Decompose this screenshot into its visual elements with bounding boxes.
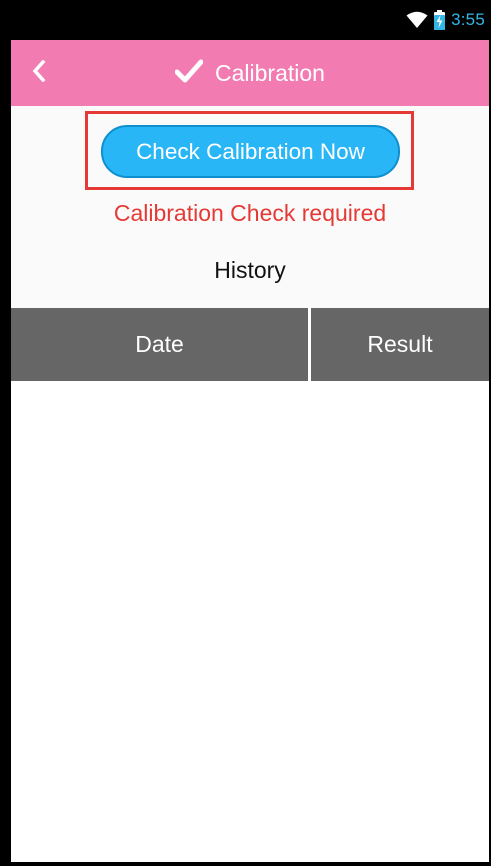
device-frame: 3:55 Calibration Check Calibration Now C… — [0, 0, 491, 866]
column-header-date[interactable]: Date — [11, 308, 311, 381]
checkmark-icon — [174, 59, 204, 88]
app-bar: Calibration — [11, 40, 489, 106]
status-bar: 3:55 — [0, 0, 491, 40]
history-heading: History — [214, 257, 286, 283]
history-table-header: Date Result — [11, 308, 489, 381]
wifi-icon — [406, 11, 428, 29]
calibration-warning: Calibration Check required — [113, 200, 387, 226]
app-screen: Calibration Check Calibration Now Calibr… — [11, 40, 489, 862]
check-calibration-button[interactable]: Check Calibration Now — [101, 125, 400, 178]
app-title: Calibration — [11, 40, 489, 106]
page-title: Calibration — [215, 59, 325, 86]
column-header-result[interactable]: Result — [311, 308, 489, 381]
status-time: 3:55 — [451, 10, 485, 29]
highlight-frame: Check Calibration Now — [85, 111, 414, 190]
history-table-body — [11, 381, 489, 862]
battery-charging-icon — [434, 10, 446, 30]
